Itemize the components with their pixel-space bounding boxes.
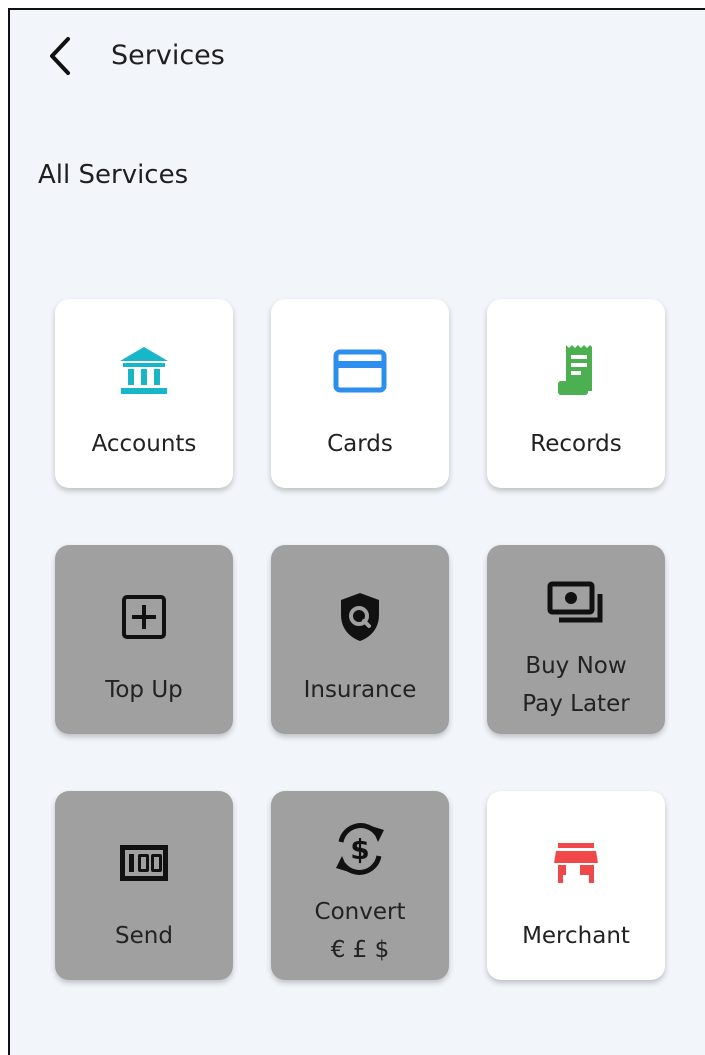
chevron-left-icon bbox=[47, 36, 73, 80]
service-tile-records[interactable]: Records bbox=[487, 299, 665, 488]
service-label: Convert € £ $ bbox=[271, 893, 449, 969]
service-label: Insurance bbox=[303, 677, 417, 703]
screen: Services All Services Accounts Cards Rec… bbox=[8, 8, 705, 1055]
service-tile-convert[interactable]: $ Convert € £ $ bbox=[271, 791, 449, 980]
service-tile-accounts[interactable]: Accounts bbox=[55, 299, 233, 488]
service-tile-buy-now-pay-later[interactable]: Buy Now Pay Later bbox=[487, 545, 665, 734]
service-label: Cards bbox=[327, 431, 393, 457]
service-tile-top-up[interactable]: Top Up bbox=[55, 545, 233, 734]
receipt-icon bbox=[487, 343, 665, 399]
service-label-line1: Convert bbox=[314, 899, 406, 925]
page-title: Services bbox=[111, 40, 225, 71]
service-tile-send[interactable]: Send bbox=[55, 791, 233, 980]
credit-card-icon bbox=[271, 343, 449, 399]
service-label-line2: Pay Later bbox=[522, 691, 630, 717]
service-label-line2: € £ $ bbox=[330, 937, 390, 963]
service-label: Send bbox=[115, 923, 173, 949]
service-tile-merchant[interactable]: Merchant bbox=[487, 791, 665, 980]
add-box-icon bbox=[55, 589, 233, 645]
service-tile-cards[interactable]: Cards bbox=[271, 299, 449, 488]
service-label-line1: Buy Now bbox=[525, 653, 627, 679]
currency-exchange-icon: $ bbox=[271, 821, 449, 877]
app-bar: Services bbox=[10, 10, 705, 106]
service-label: Top Up bbox=[105, 677, 183, 703]
service-tile-insurance[interactable]: Insurance bbox=[271, 545, 449, 734]
service-label: Records bbox=[530, 431, 622, 457]
money-stack-icon bbox=[487, 575, 665, 631]
section-title: All Services bbox=[38, 160, 189, 190]
storefront-icon bbox=[487, 835, 665, 891]
service-label: Merchant bbox=[522, 923, 630, 949]
shield-search-icon bbox=[271, 589, 449, 645]
service-label: Accounts bbox=[91, 431, 197, 457]
service-label: Buy Now Pay Later bbox=[487, 647, 665, 723]
cash-100-icon bbox=[55, 835, 233, 891]
back-button[interactable] bbox=[38, 32, 82, 84]
bank-icon bbox=[55, 343, 233, 399]
svg-text:$: $ bbox=[350, 833, 369, 866]
